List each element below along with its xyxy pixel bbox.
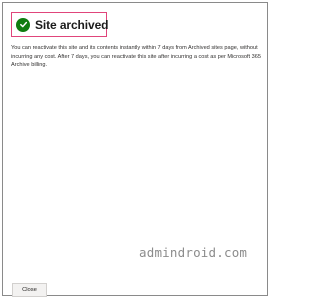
close-button[interactable]: Close <box>12 283 47 297</box>
watermark-text: admindroid.com <box>139 245 248 260</box>
dialog-title: Site archived <box>35 17 109 32</box>
dialog-message: You can reactivate this site and its con… <box>11 45 261 69</box>
check-circle-icon <box>16 17 30 32</box>
dialog-title-area: Site archived <box>11 12 109 37</box>
